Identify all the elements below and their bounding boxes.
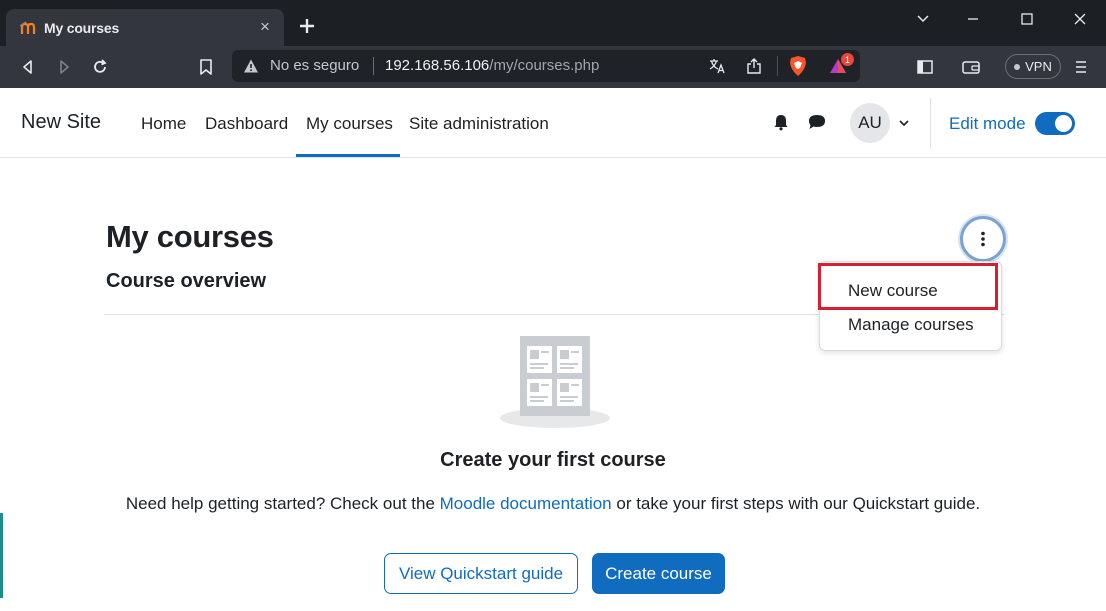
close-window-icon[interactable] (1065, 8, 1095, 30)
nav-item-site-administration[interactable]: Site administration (409, 114, 549, 134)
nav-item-dashboard[interactable]: Dashboard (205, 114, 288, 134)
empty-state-text-after: or take your first steps with our Quicks… (611, 494, 981, 513)
create-course-button[interactable]: Create course (592, 553, 725, 594)
active-nav-indicator (296, 154, 400, 157)
tab-title: My courses (44, 20, 120, 36)
navbar-divider (930, 98, 931, 148)
vpn-status-dot (1014, 63, 1021, 70)
rewards-badge: 1 (841, 53, 854, 66)
wallet-icon[interactable] (959, 55, 983, 79)
url-path: /my/courses.php (489, 57, 600, 74)
new-tab-icon[interactable] (296, 15, 318, 37)
security-status-text[interactable]: No es seguro (270, 57, 359, 74)
vertical-ellipsis-icon (981, 231, 985, 247)
forward-icon[interactable] (52, 55, 76, 79)
edit-mode-toggle[interactable] (1035, 112, 1075, 135)
reload-icon[interactable] (88, 55, 112, 79)
browser-tab[interactable]: My courses × (6, 9, 284, 46)
maximize-icon[interactable] (1012, 8, 1042, 30)
sidebar-toggle-icon[interactable] (913, 55, 937, 79)
warning-icon[interactable] (243, 58, 259, 74)
brave-shields-icon[interactable] (787, 55, 809, 77)
url-host: 192.168.56.106 (385, 57, 490, 74)
address-bar[interactable]: No es seguro 192.168.56.106/my/courses.p… (232, 50, 860, 82)
courses-placeholder-illustration (500, 336, 610, 428)
bookmark-icon[interactable] (194, 55, 218, 79)
course-actions-menu-button[interactable] (960, 216, 1006, 262)
address-divider (373, 57, 374, 75)
nav-item-home[interactable]: Home (141, 114, 186, 134)
new-course-highlight-box (818, 263, 998, 310)
url-text[interactable]: 192.168.56.106/my/courses.php (385, 57, 599, 74)
browser-menu-icon[interactable] (1069, 55, 1093, 79)
menu-item-manage-courses[interactable]: Manage courses (848, 315, 974, 335)
edit-mode-label[interactable]: Edit mode (949, 114, 1026, 134)
toggle-knob (1055, 115, 1072, 132)
primary-navbar: New Site Home Dashboard My courses Site … (0, 88, 1106, 158)
browser-tab-bar: My courses × (0, 0, 1106, 46)
tab-close-icon[interactable]: × (260, 17, 270, 37)
left-edge-accent (0, 513, 3, 598)
messages-chat-icon[interactable] (807, 112, 827, 132)
browser-toolbar: No es seguro 192.168.56.106/my/courses.p… (0, 46, 1106, 88)
chevron-down-icon[interactable] (898, 117, 910, 129)
avatar-initials: AU (858, 113, 882, 132)
site-name[interactable]: New Site (21, 111, 101, 134)
share-icon[interactable] (743, 55, 765, 77)
page-title: My courses (106, 219, 274, 254)
notifications-bell-icon[interactable] (771, 112, 791, 132)
brave-rewards-icon[interactable]: 1 (828, 53, 854, 77)
view-quickstart-guide-button[interactable]: View Quickstart guide (384, 553, 578, 594)
empty-state-title: Create your first course (440, 449, 666, 471)
page-content: New Site Home Dashboard My courses Site … (0, 88, 1106, 611)
user-avatar[interactable]: AU (850, 103, 890, 143)
back-icon[interactable] (16, 55, 40, 79)
tab-search-chevron-icon[interactable] (908, 8, 938, 30)
minimize-icon[interactable] (958, 8, 988, 30)
vpn-label: VPN (1025, 59, 1052, 74)
omnibox-divider (777, 56, 778, 76)
empty-state-text: Need help getting started? Check out the… (0, 494, 1106, 514)
moodle-documentation-link[interactable]: Moodle documentation (440, 494, 612, 513)
translate-icon[interactable] (706, 55, 728, 77)
nav-item-my-courses[interactable]: My courses (306, 114, 393, 134)
vpn-button[interactable]: VPN (1005, 54, 1061, 79)
empty-state-text-before: Need help getting started? Check out the (125, 494, 440, 513)
moodle-favicon-icon (20, 21, 36, 34)
course-overview-heading: Course overview (106, 270, 267, 292)
